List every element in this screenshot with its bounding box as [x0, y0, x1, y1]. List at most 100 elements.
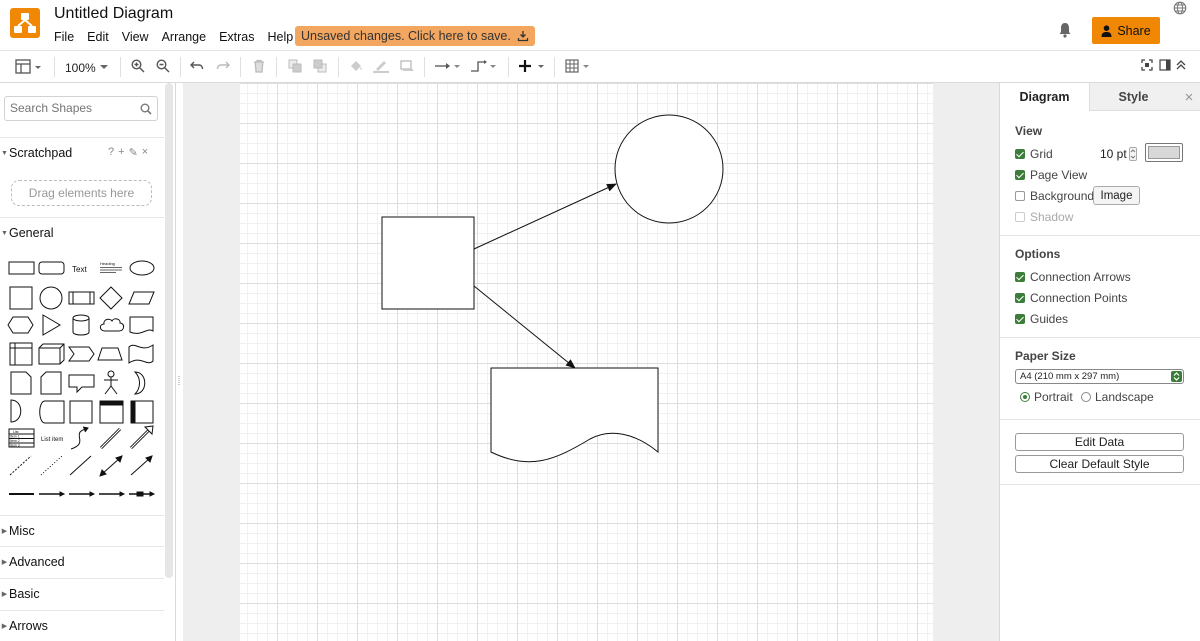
shape-text-label[interactable]: Text — [72, 265, 87, 274]
radio-selected[interactable] — [1020, 392, 1030, 402]
document-title[interactable]: Untitled Diagram — [54, 5, 173, 23]
plus-icon[interactable] — [518, 59, 546, 73]
checkbox-checked[interactable] — [1015, 170, 1025, 180]
shape-list-item-label[interactable]: List item — [41, 437, 63, 443]
section-basic[interactable]: ▶ Basic — [0, 582, 164, 606]
shape-square[interactable] — [9, 286, 33, 310]
shape-callout[interactable] — [68, 374, 95, 394]
redo-icon[interactable] — [216, 59, 230, 73]
diagram-square[interactable] — [381, 216, 475, 310]
section-advanced[interactable]: ▶ Advanced — [0, 550, 164, 574]
shape-list[interactable]: List Item 1 Item 2 Item 3 — [8, 428, 35, 448]
shape-dashed-line[interactable] — [9, 455, 32, 476]
tab-diagram[interactable]: Diagram — [1000, 83, 1089, 111]
to-back-icon[interactable] — [313, 59, 327, 73]
clear-default-style-button[interactable]: Clear Default Style — [1015, 455, 1184, 473]
diagram-document[interactable] — [490, 367, 659, 463]
diagram-circle[interactable] — [614, 114, 724, 224]
close-icon[interactable] — [1177, 83, 1200, 111]
unsaved-changes-button[interactable]: Unsaved changes. Click here to save. — [295, 26, 535, 46]
menu-extras[interactable]: Extras — [219, 30, 260, 44]
shape-note[interactable] — [10, 371, 32, 395]
shape-curve[interactable] — [70, 426, 89, 450]
shape-document[interactable] — [129, 316, 154, 334]
shape-hexagon[interactable] — [7, 316, 34, 334]
to-front-icon[interactable] — [288, 59, 302, 73]
share-button[interactable]: Share — [1092, 17, 1160, 44]
add-icon[interactable]: + — [118, 146, 124, 159]
waypoints-icon[interactable] — [470, 59, 498, 73]
shape-parallelogram[interactable] — [128, 291, 155, 305]
shape-internal-storage[interactable] — [9, 342, 33, 366]
shape-cube[interactable] — [38, 343, 65, 365]
menu-edit[interactable]: Edit — [87, 30, 115, 44]
guides-checkbox[interactable]: Guides — [1015, 311, 1068, 327]
grid-checkbox[interactable]: Grid — [1015, 146, 1053, 162]
search-shapes-box[interactable] — [4, 96, 158, 121]
shape-trapezoid[interactable] — [97, 347, 123, 361]
shape-container[interactable] — [69, 400, 93, 424]
shape-actor[interactable] — [104, 370, 118, 395]
chevron-down-icon[interactable] — [100, 65, 108, 70]
shape-rectangle[interactable] — [8, 261, 35, 275]
tab-style[interactable]: Style — [1089, 83, 1177, 111]
search-icon[interactable] — [140, 103, 152, 115]
search-shapes-input[interactable] — [10, 97, 135, 119]
shape-textbox[interactable]: Heading — [100, 261, 122, 273]
collapse-icon[interactable] — [1176, 59, 1186, 71]
diagram-page[interactable] — [240, 83, 933, 641]
grid-color-swatch[interactable] — [1145, 143, 1183, 162]
shape-loop-limit[interactable] — [39, 400, 65, 424]
app-logo[interactable] — [10, 8, 40, 38]
help-icon[interactable]: ? — [108, 146, 114, 159]
section-arrows[interactable]: ▶ Arrows — [0, 614, 164, 638]
shape-or[interactable] — [133, 371, 146, 395]
shape-vertical-swimlane[interactable] — [130, 400, 154, 424]
undo-icon[interactable] — [190, 59, 204, 73]
shape-cylinder[interactable] — [72, 314, 90, 336]
delete-icon[interactable] — [253, 59, 265, 73]
page-view-checkbox[interactable]: Page View — [1015, 167, 1087, 183]
checkbox-unchecked[interactable] — [1015, 212, 1025, 222]
stepper-arrows-icon[interactable] — [1128, 147, 1137, 161]
shape-process[interactable] — [68, 291, 95, 305]
format-panel-toggle-icon[interactable] — [15, 59, 45, 75]
shape-step[interactable] — [68, 346, 95, 362]
shape-connector-3[interactable] — [99, 491, 126, 497]
shape-diamond[interactable] — [99, 286, 123, 310]
radio-unselected[interactable] — [1081, 392, 1091, 402]
menu-view[interactable]: View — [122, 30, 155, 44]
shape-rounded-rectangle[interactable] — [38, 261, 65, 275]
grid-size-value[interactable]: 10 pt — [1100, 147, 1127, 161]
shadow-checkbox[interactable]: Shadow — [1015, 209, 1073, 225]
line-color-icon[interactable] — [373, 59, 389, 73]
connection-style-icon[interactable] — [434, 59, 462, 73]
shape-connector-4[interactable] — [129, 491, 156, 497]
shape-connector-1[interactable] — [39, 491, 66, 497]
landscape-radio[interactable]: Landscape — [1081, 390, 1154, 404]
shape-triangle[interactable] — [42, 314, 61, 336]
fill-color-icon[interactable] — [349, 59, 363, 73]
zoom-in-icon[interactable] — [131, 59, 145, 73]
shape-bidirectional-connector[interactable] — [99, 455, 123, 477]
connector-square-to-circle[interactable] — [473, 183, 617, 250]
checkbox-checked[interactable] — [1015, 272, 1025, 282]
checkbox-checked[interactable] — [1015, 314, 1025, 324]
edit-data-button[interactable]: Edit Data — [1015, 433, 1184, 451]
bell-icon[interactable] — [1058, 22, 1072, 38]
shape-circle[interactable] — [39, 286, 63, 310]
section-misc[interactable]: ▶ Misc — [0, 519, 164, 543]
shape-directional-connector[interactable] — [130, 455, 153, 476]
background-checkbox[interactable]: Background — [1015, 188, 1094, 204]
connector-square-to-document[interactable] — [473, 285, 576, 369]
shadow-icon[interactable] — [400, 59, 414, 73]
globe-icon[interactable] — [1173, 1, 1187, 15]
shape-swimlane[interactable] — [99, 400, 124, 424]
checkbox-checked[interactable] — [1015, 149, 1025, 159]
portrait-radio[interactable]: Portrait — [1020, 390, 1073, 404]
zoom-level[interactable]: 100% — [65, 61, 96, 75]
shape-tape[interactable] — [128, 344, 154, 364]
shape-data-storage[interactable] — [10, 399, 22, 423]
shape-cloud[interactable] — [99, 318, 125, 332]
shape-dotted-line[interactable] — [40, 455, 63, 476]
